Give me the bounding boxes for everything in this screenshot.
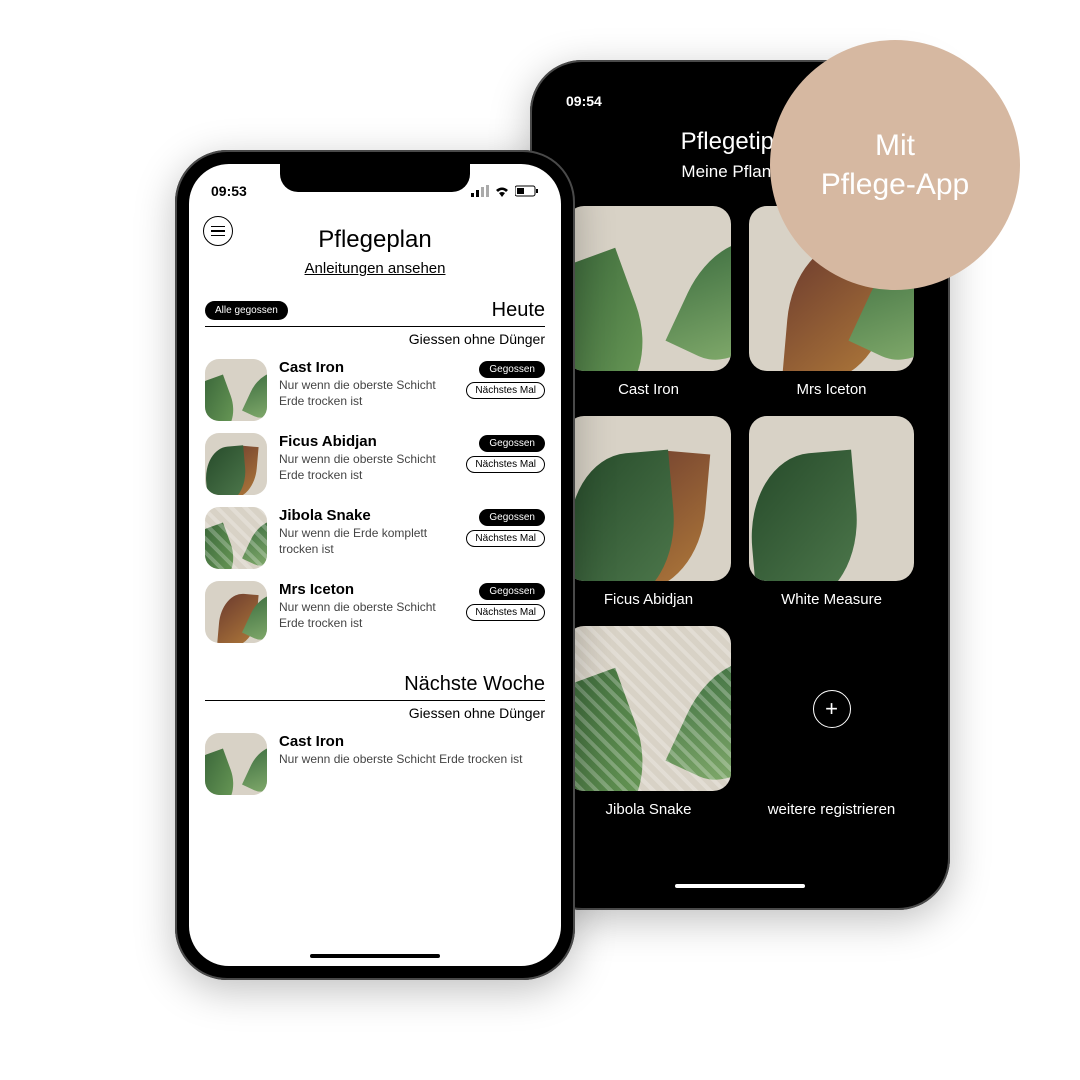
plant-row: Cast Iron Nur wenn die oberste Schicht E… — [189, 721, 561, 795]
plant-desc: Nur wenn die oberste Schicht Erde trocke… — [279, 452, 454, 483]
plant-thumb[interactable] — [205, 507, 267, 569]
home-indicator[interactable] — [310, 954, 440, 958]
next-time-button[interactable]: Nächstes Mal — [466, 382, 545, 399]
next-time-button[interactable]: Nächstes Mal — [466, 456, 545, 473]
plant-name: Ficus Abidjan — [279, 433, 454, 450]
next-time-button[interactable]: Nächstes Mal — [466, 530, 545, 547]
page-title: Pflegeplan — [189, 226, 561, 254]
plant-name: Mrs Iceton — [279, 581, 454, 598]
plant-name: Cast Iron — [279, 359, 454, 376]
plant-thumb[interactable] — [205, 733, 267, 795]
plant-row: Mrs Iceton Nur wenn die oberste Schicht … — [189, 569, 561, 643]
plant-tile[interactable]: White Measure — [749, 416, 914, 608]
plus-icon: + — [813, 690, 851, 728]
plant-desc: Nur wenn die oberste Schicht Erde trocke… — [279, 752, 545, 768]
status-time: 09:53 — [211, 183, 247, 199]
watered-button[interactable]: Gegossen — [479, 435, 545, 452]
plant-desc: Nur wenn die oberste Schicht Erde trocke… — [279, 600, 454, 631]
tile-label: White Measure — [781, 591, 882, 608]
tile-label: Cast Iron — [618, 381, 679, 398]
plant-desc: Nur wenn die Erde komplett trocken ist — [279, 526, 454, 557]
all-watered-button[interactable]: Alle gegossen — [205, 301, 288, 320]
plant-row: Jibola Snake Nur wenn die Erde komplett … — [189, 495, 561, 569]
plant-thumb[interactable] — [205, 581, 267, 643]
status-time: 09:54 — [566, 93, 602, 109]
tile-label: Jibola Snake — [606, 801, 692, 818]
plant-thumb[interactable] — [205, 433, 267, 495]
tile-label: Mrs Iceton — [796, 381, 866, 398]
wifi-icon — [494, 185, 510, 197]
phone-pflegeplan: 09:53 Pflegeplan Anleitungen ansehen All… — [175, 150, 575, 980]
plant-thumb[interactable] — [205, 359, 267, 421]
signal-icon — [471, 185, 489, 197]
plant-row: Cast Iron Nur wenn die oberste Schicht E… — [189, 347, 561, 421]
instructions-link[interactable]: Anleitungen ansehen — [189, 260, 561, 277]
plant-row: Ficus Abidjan Nur wenn die oberste Schic… — [189, 421, 561, 495]
menu-button[interactable] — [203, 216, 233, 246]
watered-button[interactable]: Gegossen — [479, 361, 545, 378]
plant-tile[interactable]: Cast Iron — [566, 206, 731, 398]
badge-line2: Pflege-App — [821, 168, 969, 201]
tile-label: weitere registrieren — [768, 801, 896, 818]
plant-name: Jibola Snake — [279, 507, 454, 524]
section-title-next-week: Nächste Woche — [404, 673, 545, 696]
notch — [280, 164, 470, 192]
home-indicator[interactable] — [675, 884, 805, 888]
battery-icon — [515, 185, 539, 197]
section-subtitle: Giessen ohne Dünger — [189, 327, 561, 347]
promo-badge: Mit Pflege-App — [770, 40, 1020, 290]
watered-button[interactable]: Gegossen — [479, 583, 545, 600]
add-plant-tile[interactable]: + weitere registrieren — [749, 626, 914, 818]
plant-name: Cast Iron — [279, 733, 545, 750]
plant-tile[interactable]: Ficus Abidjan — [566, 416, 731, 608]
tile-label: Ficus Abidjan — [604, 591, 693, 608]
section-title-today: Heute — [492, 299, 545, 322]
next-time-button[interactable]: Nächstes Mal — [466, 604, 545, 621]
plant-desc: Nur wenn die oberste Schicht Erde trocke… — [279, 378, 454, 409]
plant-tile[interactable]: Jibola Snake — [566, 626, 731, 818]
section-subtitle: Giessen ohne Dünger — [189, 701, 561, 721]
badge-line1: Mit — [875, 129, 915, 162]
watered-button[interactable]: Gegossen — [479, 509, 545, 526]
